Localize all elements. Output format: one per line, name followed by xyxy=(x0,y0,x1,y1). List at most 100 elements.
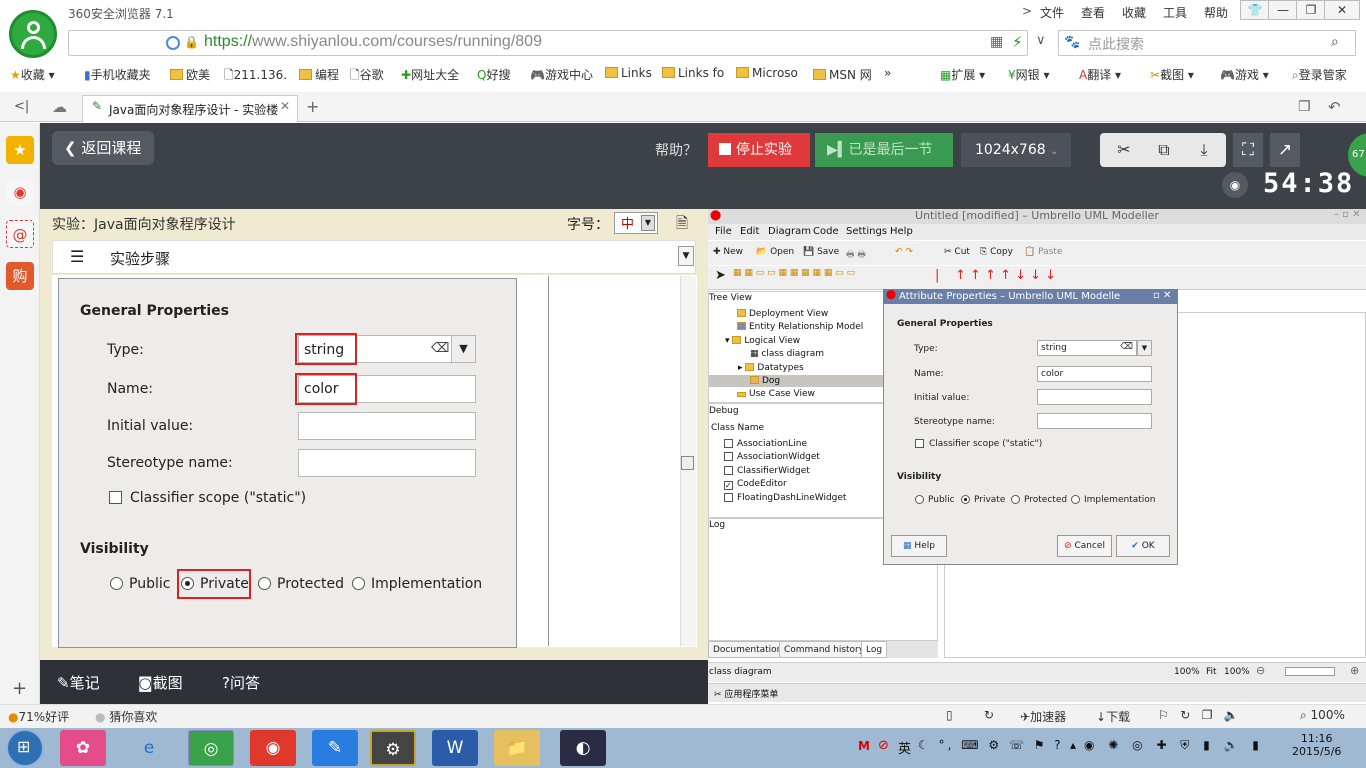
line-tool-icon[interactable]: | xyxy=(935,268,939,283)
screenshot-tool-button[interactable]: ◙截图 xyxy=(138,672,183,693)
taskbar-app-2[interactable]: ⚙ xyxy=(370,730,416,766)
mail-icon[interactable]: @ xyxy=(6,220,34,248)
vm-cut-button[interactable]: ✂ Cut xyxy=(944,247,970,257)
download-icon[interactable]: ⤓ xyxy=(1193,139,1215,161)
tree-item-datatypes[interactable]: ▸ Datatypes xyxy=(738,363,804,373)
tab-log[interactable]: Log xyxy=(861,641,888,658)
phone-icon[interactable]: ▯ xyxy=(946,708,953,722)
font-size-select[interactable]: 中 ▼ xyxy=(614,212,658,234)
tree-item-usecase[interactable]: Use Case View xyxy=(737,389,815,399)
guess-you-like[interactable]: ● 猜你喜欢 xyxy=(95,708,157,725)
vm-app-menu[interactable]: ✂ 应用程序菜单 xyxy=(714,687,778,700)
popout-icon[interactable]: ↗ xyxy=(1270,133,1300,167)
attr-initial-field[interactable] xyxy=(1037,389,1152,405)
scissors-icon[interactable]: ✂ xyxy=(1113,139,1135,161)
attr-radio-protected[interactable]: Protected xyxy=(1011,495,1067,505)
vm-new-button[interactable]: ✚ New xyxy=(713,247,743,257)
tab-active[interactable]: Java面向对象程序设计 - 实验楼 xyxy=(82,95,298,122)
menu-favorites[interactable]: 收藏 xyxy=(1122,4,1146,21)
undo-close-icon[interactable]: ↶ xyxy=(1328,98,1341,116)
cloud-icon[interactable]: ☁ xyxy=(52,98,67,116)
tray-app-icons[interactable]: ◉ ✺ ◎ ✚ ⛨ ▮ 🔈 ▮ xyxy=(1084,738,1264,753)
skin-button[interactable]: 👕 xyxy=(1240,0,1270,20)
back-to-course-button[interactable]: ❮ 返回课程 xyxy=(52,131,154,165)
accelerator-button[interactable]: ✈加速器 xyxy=(1020,708,1066,725)
restore-tabs-icon[interactable]: ❐ xyxy=(1298,99,1311,115)
select-arrow-icon[interactable]: ➤ xyxy=(715,268,726,283)
tab-command-history[interactable]: Command history xyxy=(779,641,870,658)
attr-clear-icon[interactable]: ⌫ xyxy=(1120,342,1133,352)
close-button[interactable]: ✕ xyxy=(1324,0,1360,20)
vm-undo-icon[interactable]: ↶ ↷ xyxy=(895,247,913,257)
zoom-in-icon[interactable]: ⊕ xyxy=(1350,664,1359,677)
zoom-out-icon[interactable]: ⊖ xyxy=(1256,664,1265,677)
attr-radio-public[interactable]: Public xyxy=(915,495,955,505)
new-tab-button[interactable]: + xyxy=(306,97,319,116)
sidebar-toggle-icon[interactable]: <| xyxy=(14,99,29,114)
chevron-down-icon[interactable]: ∨ xyxy=(1036,33,1046,48)
class-row-4[interactable]: ✓ CodeEditor xyxy=(724,479,787,490)
taskbar-word-icon[interactable]: W xyxy=(432,730,478,766)
page-zoom[interactable]: ⌕ 100% xyxy=(1300,708,1345,723)
rating[interactable]: ●71%好评 xyxy=(8,708,69,725)
url-text[interactable]: https://www.shiyanlou.com/courses/runnin… xyxy=(204,33,542,51)
more-bookmarks-icon[interactable]: » xyxy=(884,66,891,80)
extensions-button[interactable]: ▦扩展 ▾ xyxy=(940,66,985,83)
login-manager-button[interactable]: ⌕登录管家 xyxy=(1292,66,1347,83)
tab-documentation[interactable]: Documentation xyxy=(708,641,788,658)
attr-type-dropdown[interactable]: ▼ xyxy=(1137,340,1152,356)
menu-tools[interactable]: 工具 xyxy=(1163,4,1187,21)
class-row-5[interactable]: FloatingDashLineWidget xyxy=(724,493,846,503)
vm-menu-file[interactable]: File xyxy=(715,226,732,237)
tray-m-icon[interactable]: M xyxy=(858,739,870,753)
bookmark-folder-1[interactable]: 欧美 xyxy=(170,66,210,83)
translate-button[interactable]: A翻译 ▾ xyxy=(1079,66,1121,83)
attr-radio-private[interactable]: Private xyxy=(961,495,1005,505)
eye-icon[interactable]: ◉ xyxy=(1222,172,1248,198)
games-button[interactable]: 🎮游戏 ▾ xyxy=(1220,66,1269,83)
vm-save-button[interactable]: 💾 Save xyxy=(803,247,839,257)
ime-indicator[interactable]: 英 xyxy=(898,738,911,757)
chevron-right-icon[interactable]: > xyxy=(1022,4,1032,18)
vm-print-icons[interactable]: 🖶 🖶 xyxy=(846,247,866,263)
class-row-2[interactable]: AssociationWidget xyxy=(724,452,820,462)
bookmark-folder-2[interactable]: 编程 xyxy=(299,66,339,83)
notes-button[interactable]: ✎笔记 xyxy=(57,672,100,693)
attr-cancel-button[interactable]: ⊘ Cancel xyxy=(1057,535,1112,557)
lightning-icon[interactable]: ⚡ xyxy=(1012,33,1023,51)
attr-name-field[interactable]: color xyxy=(1037,366,1152,382)
tray-chevron-icon[interactable]: ▴ xyxy=(1070,738,1076,752)
bookmark-ip[interactable]: 🗋211.136. xyxy=(224,66,287,87)
taskbar-ie-icon[interactable]: e xyxy=(126,730,172,766)
add-sidebar-icon[interactable]: + xyxy=(12,678,27,699)
bookmark-google[interactable]: 🗋谷歌 xyxy=(350,66,384,87)
taskbar-explorer-icon[interactable]: 📁 xyxy=(494,730,540,766)
taskbar-app-1[interactable]: ✿ xyxy=(60,730,106,766)
vm-menu-diagram[interactable]: Diagram xyxy=(768,226,811,237)
refresh-status-icon[interactable]: ↻ xyxy=(984,708,994,722)
taskbar-netease-icon[interactable]: ◉ xyxy=(250,730,296,766)
bookmark-favorites[interactable]: ★收藏 ▾ xyxy=(10,66,55,83)
steps-dropdown-arrow[interactable]: ▼ xyxy=(678,246,694,266)
class-row-1[interactable]: AssociationLine xyxy=(724,439,807,449)
tree-item-logical[interactable]: ▾ Logical View xyxy=(725,336,800,346)
attr-classifier-checkbox[interactable]: Classifier scope ("static") xyxy=(915,439,1042,449)
fullscreen-icon[interactable]: ⛶ xyxy=(1233,133,1263,167)
search-icon[interactable]: ⌕ xyxy=(1331,34,1339,50)
stop-lab-button[interactable]: 停止实验 xyxy=(708,133,810,167)
dialog-close-icon[interactable]: ▫ ✕ xyxy=(1153,290,1171,301)
weibo-icon[interactable]: ◉ xyxy=(6,178,34,206)
vm-paste-button[interactable]: 📋 Paste xyxy=(1024,247,1062,257)
association-arrows-icons[interactable]: ↑ ↑ ↑ ↑ ↓ ↓ ↓ xyxy=(955,268,1056,283)
attr-help-button[interactable]: ▦ Help xyxy=(891,535,947,557)
search-input[interactable]: 点此搜索 xyxy=(1088,34,1144,54)
bookmark-games[interactable]: 🎮游戏中心 xyxy=(530,66,593,83)
bookmark-mobile[interactable]: ▮手机收藏夹 xyxy=(84,66,151,83)
menu-file[interactable]: 文件 xyxy=(1040,4,1064,21)
vm-zoom-100-button[interactable]: 100% xyxy=(1224,667,1250,677)
tree-item-deployment[interactable]: Deployment View xyxy=(737,309,828,319)
zoom-slider[interactable] xyxy=(1285,667,1335,676)
menu-help[interactable]: 帮助 xyxy=(1204,4,1228,21)
class-row-3[interactable]: ClassifierWidget xyxy=(724,466,810,476)
resolution-select[interactable]: 1024x768 ⌄ xyxy=(961,133,1071,167)
